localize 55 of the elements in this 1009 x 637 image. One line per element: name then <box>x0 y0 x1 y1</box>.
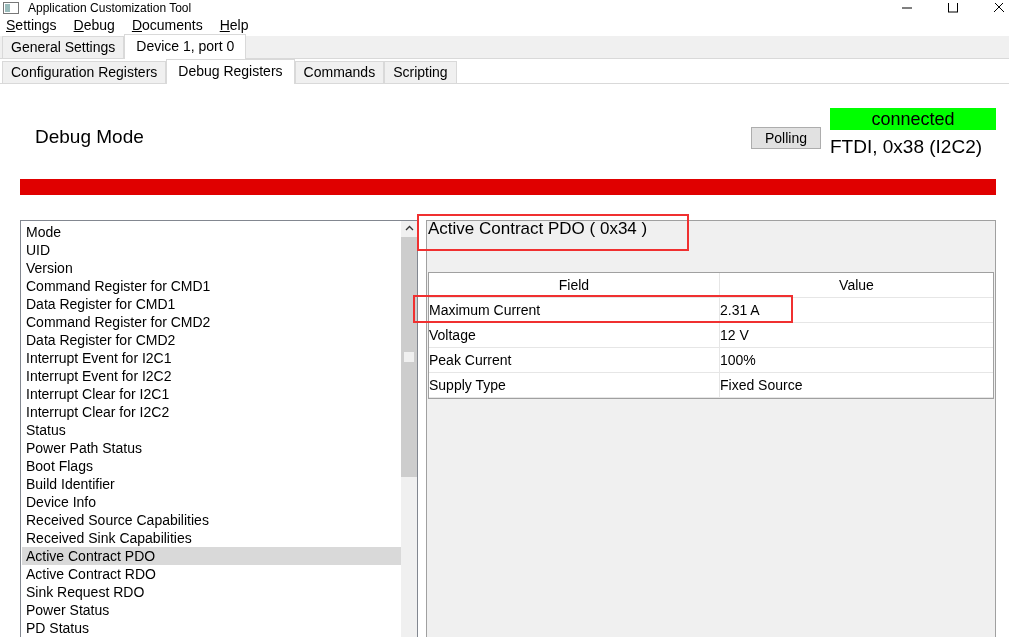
list-item[interactable]: Boot Flags <box>22 457 401 475</box>
list-item[interactable]: Interrupt Clear for I2C2 <box>22 403 401 421</box>
list-item[interactable]: Command Register for CMD2 <box>22 313 401 331</box>
list-item[interactable]: PD Status <box>22 619 401 637</box>
list-item[interactable]: Data Register for CMD2 <box>22 331 401 349</box>
table-cell: Peak Current <box>429 348 720 372</box>
register-title: Active Contract PDO ( 0x34 ) <box>419 216 688 249</box>
connection-status: connected <box>830 108 996 130</box>
app-icon <box>3 2 19 14</box>
list-item[interactable]: Interrupt Event for I2C2 <box>22 367 401 385</box>
list-item[interactable]: Active Contract RDO <box>22 565 401 583</box>
list-item[interactable]: Sink Request RDO <box>22 583 401 601</box>
connection-info: FTDI, 0x38 (I2C2) <box>830 136 984 158</box>
list-item[interactable]: Data Register for CMD1 <box>22 295 401 313</box>
list-item[interactable]: Received Sink Capabilities <box>22 529 401 547</box>
tab[interactable]: Debug Registers <box>166 59 295 84</box>
table-cell-text: Fixed Source <box>720 376 804 395</box>
list-item[interactable]: Version <box>22 259 401 277</box>
tab[interactable]: Scripting <box>384 61 457 83</box>
menu-item[interactable]: Settings <box>6 17 57 35</box>
list-item[interactable]: Interrupt Event for I2C1 <box>22 349 401 367</box>
scrollbar[interactable] <box>401 221 417 637</box>
scrollbar-thumb[interactable] <box>401 237 417 477</box>
scroll-up-icon[interactable] <box>404 225 414 231</box>
window-title: Application Customization Tool <box>28 0 192 16</box>
page-title: Debug Mode <box>35 125 144 148</box>
tab[interactable]: Commands <box>294 61 385 83</box>
list-item[interactable]: UID <box>22 241 401 259</box>
table-cell: Supply Type <box>429 373 720 397</box>
list-item[interactable]: Power Path Status <box>22 439 401 457</box>
table-cell-text: 2.31 A <box>720 301 761 320</box>
tab[interactable]: General Settings <box>2 36 125 58</box>
table-cell: Maximum Current <box>429 298 720 322</box>
list-item[interactable]: Command Register for CMD1 <box>22 277 401 295</box>
menu-item[interactable]: Documents <box>131 17 203 35</box>
list-item[interactable]: Power Status <box>22 601 401 619</box>
column-header: Value <box>838 277 875 293</box>
list-item[interactable]: Received Source Capabilities <box>22 511 401 529</box>
list-item[interactable]: Device Info <box>22 493 401 511</box>
menu-item[interactable]: Debug <box>73 17 115 35</box>
menu-item[interactable]: Help <box>219 17 249 35</box>
table-cell-text: 12 V <box>720 326 750 345</box>
column-header: Field <box>429 273 720 297</box>
table-cell: Voltage <box>429 323 720 347</box>
list-item[interactable]: Active Contract PDO <box>22 547 401 565</box>
tab[interactable]: Device 1, port 0 <box>124 34 247 59</box>
tab[interactable]: Configuration Registers <box>2 61 167 83</box>
polling-button[interactable]: Polling <box>750 126 821 149</box>
maximize-icon[interactable] <box>947 3 959 13</box>
list-item[interactable]: Mode <box>22 223 401 241</box>
close-icon[interactable] <box>993 3 1005 13</box>
table-cell-text: 100% <box>720 351 757 370</box>
list-item[interactable]: Interrupt Clear for I2C1 <box>22 385 401 403</box>
list-item[interactable]: Build Identifier <box>22 475 401 493</box>
list-item[interactable]: Status <box>22 421 401 439</box>
